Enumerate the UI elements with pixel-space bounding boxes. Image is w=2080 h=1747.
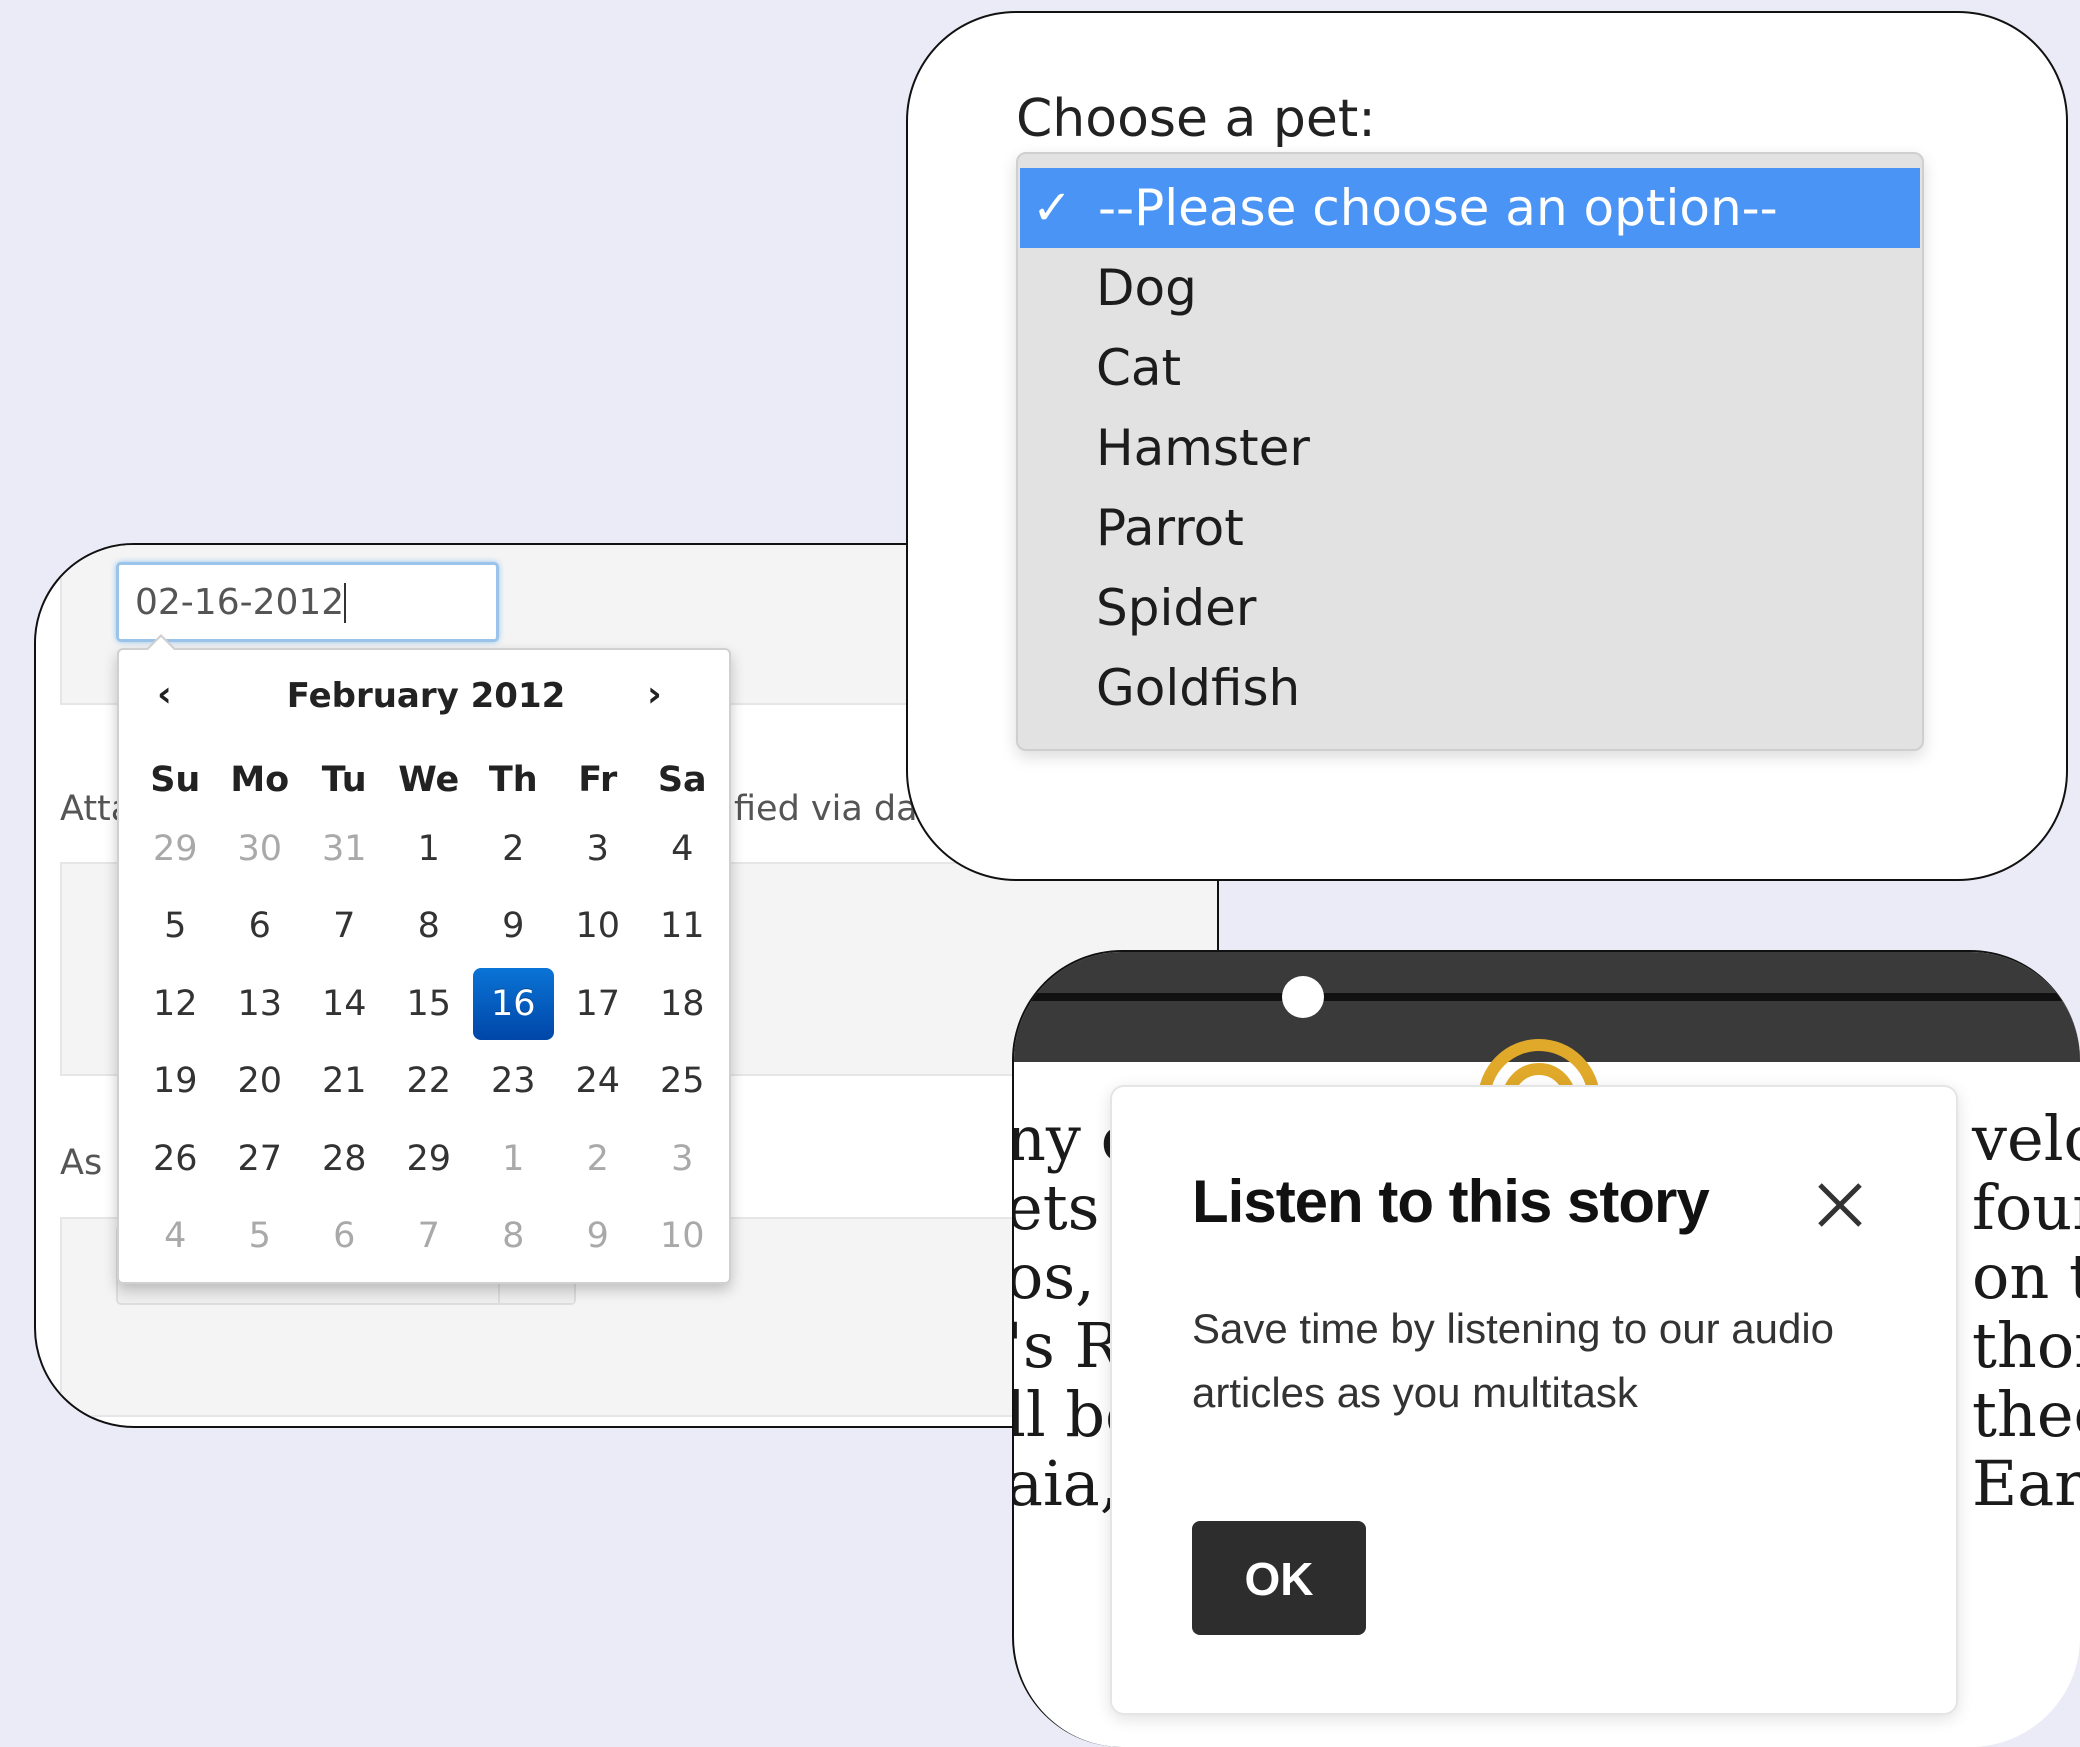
weekday-label: Tu <box>321 760 367 800</box>
audio-story-panel: ny coets wos, w's Roll beaia, velopfouno… <box>1012 950 2080 1747</box>
calendar-day[interactable]: 9 <box>471 906 556 946</box>
calendar-day[interactable]: 1 <box>471 1139 556 1179</box>
calendar-day[interactable]: 22 <box>387 1061 472 1101</box>
pet-option[interactable]: ✓ --Please choose an option-- <box>1020 168 1920 248</box>
calendar-day[interactable]: 4 <box>133 1216 218 1256</box>
weekday-label: Th <box>488 760 538 800</box>
calendar-day[interactable]: 14 <box>302 984 387 1024</box>
background-label-right: fied via dat <box>734 789 932 829</box>
listen-story-dialog: Listen to this story Save time by listen… <box>1110 1085 1958 1715</box>
calendar-day[interactable]: 6 <box>302 1216 387 1256</box>
calendar-day[interactable]: 10 <box>640 1216 725 1256</box>
close-icon[interactable] <box>1812 1177 1868 1233</box>
article-text-fragment: on th <box>1972 1240 2080 1313</box>
calendar-day[interactable]: 19 <box>133 1061 218 1101</box>
pet-select-listbox[interactable]: ✓ --Please choose an option-- Dog Cat Hamste… <box>1016 152 1924 751</box>
calendar-day[interactable]: 23 <box>471 1061 556 1101</box>
pet-option-label: --Please choose an option-- <box>1098 179 1778 237</box>
calendar-day[interactable]: 4 <box>640 829 725 869</box>
calendar-day[interactable]: 29 <box>133 829 218 869</box>
calendar-day[interactable]: 18 <box>640 984 725 1024</box>
calendar-week-row: 5 6 7 8 9 10 11 <box>133 888 725 966</box>
pet-option[interactable]: Goldfish <box>1018 648 1922 728</box>
calendar-day[interactable]: 2 <box>471 829 556 869</box>
date-input[interactable]: 02-16-2012 <box>116 562 499 642</box>
pet-option[interactable]: Spider <box>1018 568 1922 648</box>
calendar-day[interactable]: 27 <box>218 1139 303 1179</box>
select-panel: Choose a pet: ✓ --Please choose an option… <box>906 11 2068 881</box>
audio-progress-handle[interactable] <box>1282 976 1324 1018</box>
pet-option-label: Hamster <box>1096 419 1310 477</box>
calendar-week-row: 12 13 14 15 16 17 18 <box>133 965 725 1043</box>
calendar-day[interactable]: 3 <box>640 1139 725 1179</box>
calendar-day[interactable]: 13 <box>218 984 303 1024</box>
calendar-day[interactable]: 8 <box>471 1216 556 1256</box>
calendar-day[interactable]: 5 <box>133 906 218 946</box>
calendar-week-row: 4 5 6 7 8 9 10 <box>133 1198 725 1276</box>
calendar-day[interactable]: 29 <box>387 1139 472 1179</box>
calendar-day[interactable]: 31 <box>302 829 387 869</box>
calendar-week-row: 29 30 31 1 2 3 4 <box>133 810 725 888</box>
article-text-fragment: velop <box>1972 1102 2080 1175</box>
pet-option[interactable]: Parrot <box>1018 488 1922 568</box>
calendar-day[interactable]: 8 <box>387 906 472 946</box>
calendar-day[interactable]: 2 <box>556 1139 641 1179</box>
pet-option-label: Cat <box>1096 339 1182 397</box>
pet-option[interactable]: Cat <box>1018 328 1922 408</box>
calendar-day[interactable]: 7 <box>387 1216 472 1256</box>
weekday-header: Su Mo Tu We Th Fr Sa <box>133 750 725 810</box>
pet-option[interactable]: Dog <box>1018 248 1922 328</box>
article-text-fragment: foun <box>1972 1171 2080 1244</box>
weekday-label: Sa <box>657 760 707 800</box>
article-text-fragment: Eart <box>1972 1447 2080 1520</box>
pet-select-label: Choose a pet: <box>1016 89 1376 149</box>
date-input-value: 02-16-2012 <box>135 582 345 623</box>
weekday-label: Fr <box>578 760 618 800</box>
pet-option-label: Parrot <box>1096 499 1244 557</box>
pet-option[interactable]: Hamster <box>1018 408 1922 488</box>
calendar-day[interactable]: 26 <box>133 1139 218 1179</box>
pet-option-label: Spider <box>1096 579 1257 637</box>
weekday-label: Su <box>150 760 201 800</box>
pet-option-label: Goldfish <box>1096 659 1301 717</box>
calendar-day[interactable]: 12 <box>133 984 218 1024</box>
article-text-fragment: aia, <box>1012 1447 1120 1520</box>
calendar-day[interactable]: 24 <box>556 1061 641 1101</box>
chevron-right-icon[interactable]: › <box>647 674 662 715</box>
calendar-day[interactable]: 1 <box>387 829 472 869</box>
calendar-day[interactable]: 15 <box>387 984 472 1024</box>
calendar-day[interactable]: 20 <box>218 1061 303 1101</box>
calendar-month-title[interactable]: February 2012 <box>119 676 733 716</box>
calendar-day[interactable]: 25 <box>640 1061 725 1101</box>
calendar-day[interactable]: 3 <box>556 829 641 869</box>
datepicker-dropdown: ‹ February 2012 › Su Mo Tu We Th Fr Sa 29 30 31 1… <box>117 634 733 1284</box>
ok-button[interactable]: OK <box>1192 1521 1366 1635</box>
article-text-fragment: theo <box>1972 1378 2080 1451</box>
calendar-day[interactable]: 17 <box>556 984 641 1024</box>
article-text-fragment: thora <box>1972 1309 2080 1382</box>
check-icon: ✓ <box>1032 180 1073 236</box>
calendar-day[interactable]: 5 <box>218 1216 303 1256</box>
dialog-body-text: Save time by listening to our audio arti… <box>1192 1305 1835 1416</box>
pet-option-label: Dog <box>1096 259 1197 317</box>
weekday-label: We <box>398 760 460 800</box>
calendar-day[interactable]: 10 <box>556 906 641 946</box>
calendar-day[interactable]: 11 <box>640 906 725 946</box>
calendar-day[interactable]: 7 <box>302 906 387 946</box>
weekday-label: Mo <box>230 760 290 800</box>
text-caret <box>344 583 347 623</box>
dropdown-pointer-inner <box>147 637 175 651</box>
calendar-grid: Su Mo Tu We Th Fr Sa 29 30 31 1 2 3 4 5 6 7 8 9 10 11 12 13 14… <box>133 750 725 1275</box>
background-label-as: As <box>60 1143 103 1183</box>
calendar-day-selected[interactable]: 16 <box>473 967 554 1040</box>
audio-progress-track[interactable] <box>1014 993 2080 1001</box>
calendar-week-row: 19 20 21 22 23 24 25 <box>133 1043 725 1121</box>
calendar-day[interactable]: 21 <box>302 1061 387 1101</box>
calendar-day[interactable]: 9 <box>556 1216 641 1256</box>
calendar-day[interactable]: 28 <box>302 1139 387 1179</box>
calendar-day[interactable]: 6 <box>218 906 303 946</box>
calendar-week-row: 26 27 28 29 1 2 3 <box>133 1120 725 1198</box>
calendar-day[interactable]: 30 <box>218 829 303 869</box>
dialog-title: Listen to this story <box>1192 1168 1710 1235</box>
